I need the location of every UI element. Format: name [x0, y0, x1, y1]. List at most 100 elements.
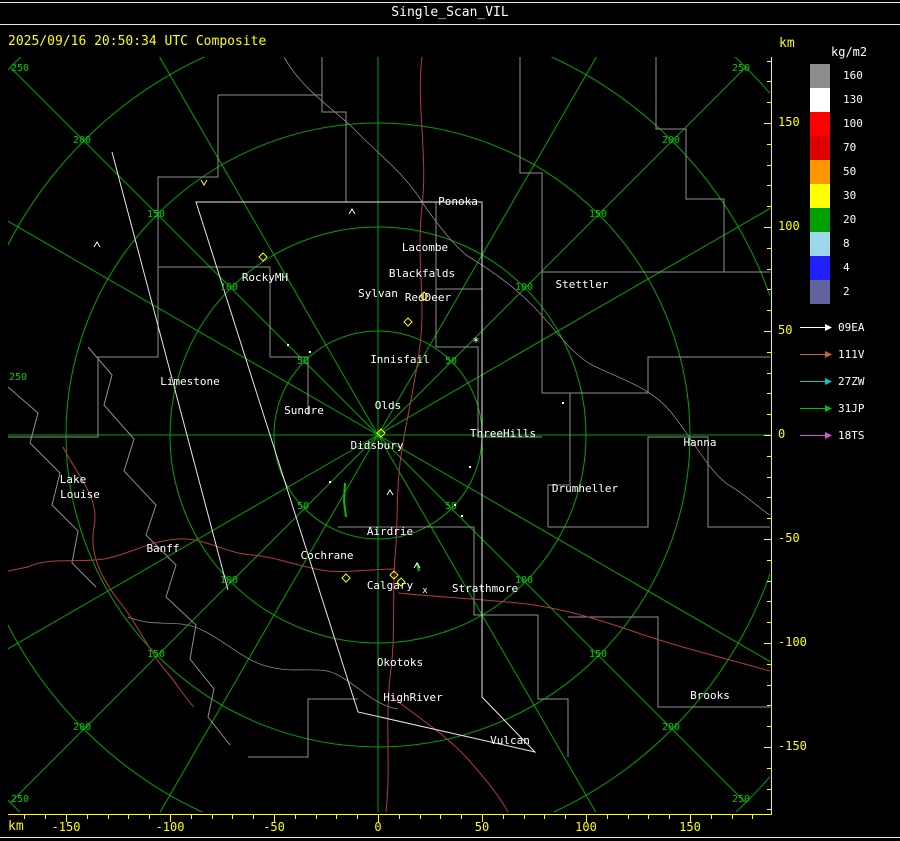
- city-label: Innisfail: [370, 353, 430, 366]
- axis-tick: [45, 815, 47, 819]
- city-label: Banff: [146, 542, 179, 555]
- marker-dot: [309, 351, 311, 353]
- axis-tick: [149, 815, 151, 819]
- marker-dot: [562, 402, 564, 404]
- scale-entry: 4: [810, 256, 898, 280]
- range-label: 250: [732, 63, 750, 74]
- range-label: 150: [589, 209, 607, 220]
- bottom-axis-tick-label: 100: [575, 820, 597, 834]
- bottom-axis-line: [8, 814, 772, 815]
- bottom-axis-tick-label: -100: [155, 820, 185, 834]
- range-label: 50: [445, 356, 457, 367]
- city-label: Didsbury: [351, 439, 404, 452]
- river-lines: [127, 57, 770, 710]
- legend-unit-label: kg/m2: [831, 45, 868, 59]
- scale-value: 50: [843, 165, 857, 178]
- city-label: Ponoka: [438, 195, 478, 208]
- range-label: 50: [445, 501, 457, 512]
- axis-tick: [232, 815, 234, 819]
- track-entry: 31JP: [799, 395, 898, 422]
- range-label: 100: [220, 575, 238, 586]
- city-label: Lake: [60, 473, 87, 486]
- marker-dot: [454, 504, 456, 506]
- city-label: Brooks: [690, 689, 730, 702]
- axis-tick: [128, 815, 130, 819]
- right-axis-line: [771, 57, 772, 815]
- axis-tick: [565, 815, 567, 819]
- track-arrow-icon: [800, 378, 832, 385]
- axis-tick: [752, 815, 754, 819]
- scale-entry: 30: [810, 184, 898, 208]
- scale-value: 160: [843, 69, 863, 82]
- right-axis-tick-label: 150: [778, 115, 800, 129]
- radar-window: Single_Scan_VIL 2025/09/16 20:50:34 UTC …: [0, 0, 900, 841]
- right-axis-tick-label: 0: [778, 427, 786, 441]
- axis-tick: [253, 815, 255, 819]
- track-entry: 18TS: [799, 422, 898, 449]
- scale-value: 70: [843, 141, 857, 154]
- range-label: 200: [73, 135, 91, 146]
- bottom-axis-tick-label: 150: [679, 820, 701, 834]
- window-title: Single_Scan_VIL: [391, 5, 509, 20]
- right-axis-tick-label: 100: [778, 219, 800, 233]
- axis-tick: [211, 815, 213, 819]
- city-label: RockyMH: [242, 271, 288, 284]
- scale-value: 2: [843, 285, 850, 298]
- range-label: 50: [297, 356, 309, 367]
- radar-map-svg: Ponoka Lacombe Blackfalds Sylvan RedDeer Stet…: [8, 57, 770, 812]
- scale-value: 100: [843, 117, 863, 130]
- marker-caret: [348, 208, 356, 215]
- range-label: 200: [73, 722, 91, 733]
- axis-tick: [627, 815, 629, 819]
- bottom-axis-tick-label: 50: [474, 820, 490, 834]
- titlebar-bottom-line: [0, 24, 900, 25]
- color-scale-legend: 160 130 100 70 50 30 20 8 4 2: [810, 64, 898, 304]
- right-axis-tick-label: -50: [778, 531, 800, 545]
- storm-track-legend: 09EA 111V 27ZW 31JP 18TS: [799, 314, 898, 449]
- city-label: Calgary: [367, 579, 414, 592]
- marker-dot: [461, 515, 463, 517]
- scale-entry: 2: [810, 280, 898, 304]
- axis-tick: [274, 815, 275, 822]
- city-label: Blackfalds: [389, 267, 455, 280]
- axis-tick: [440, 815, 442, 819]
- axis-tick: [107, 815, 109, 819]
- axis-tick: [66, 815, 67, 822]
- scale-swatch: [810, 88, 830, 112]
- scale-entry: 130: [810, 88, 898, 112]
- marker-dot: [469, 466, 471, 468]
- range-label: 250: [732, 794, 750, 805]
- range-label: 250: [11, 63, 29, 74]
- marker-caret: [93, 241, 101, 248]
- map-canvas[interactable]: Ponoka Lacombe Blackfalds Sylvan RedDeer Stet…: [8, 57, 770, 812]
- scale-value: 20: [843, 213, 857, 226]
- range-label: 150: [147, 209, 165, 220]
- right-axis-tick-label: -100: [778, 635, 807, 649]
- right-axis-tick-label: -150: [778, 739, 807, 753]
- track-id-label: 09EA: [838, 321, 865, 334]
- scale-entry: 50: [810, 160, 898, 184]
- scale-swatch: [810, 136, 830, 160]
- city-label: Hanna: [683, 436, 716, 449]
- city-label: HighRiver: [383, 691, 443, 704]
- range-label: 200: [662, 135, 680, 146]
- axis-tick: [170, 815, 171, 822]
- bottom-axis-tick-label: 0: [374, 820, 382, 834]
- range-label: 250: [11, 794, 29, 805]
- track-entry: 111V: [799, 341, 898, 368]
- axis-tick: [86, 815, 88, 819]
- axis-tick: [690, 815, 691, 822]
- scale-swatch: [810, 208, 830, 232]
- city-label: Strathmore: [452, 582, 518, 595]
- axis-tick: [378, 815, 379, 822]
- scale-entry: 100: [810, 112, 898, 136]
- axis-tick: [544, 815, 546, 819]
- scale-value: 8: [843, 237, 850, 250]
- scale-swatch: [810, 232, 830, 256]
- axis-tick: [336, 815, 338, 819]
- range-label: 200: [662, 722, 680, 733]
- scale-entry: 70: [810, 136, 898, 160]
- scale-swatch: [810, 256, 830, 280]
- axis-tick: [419, 815, 421, 819]
- right-axis-tick-label: 50: [778, 323, 793, 337]
